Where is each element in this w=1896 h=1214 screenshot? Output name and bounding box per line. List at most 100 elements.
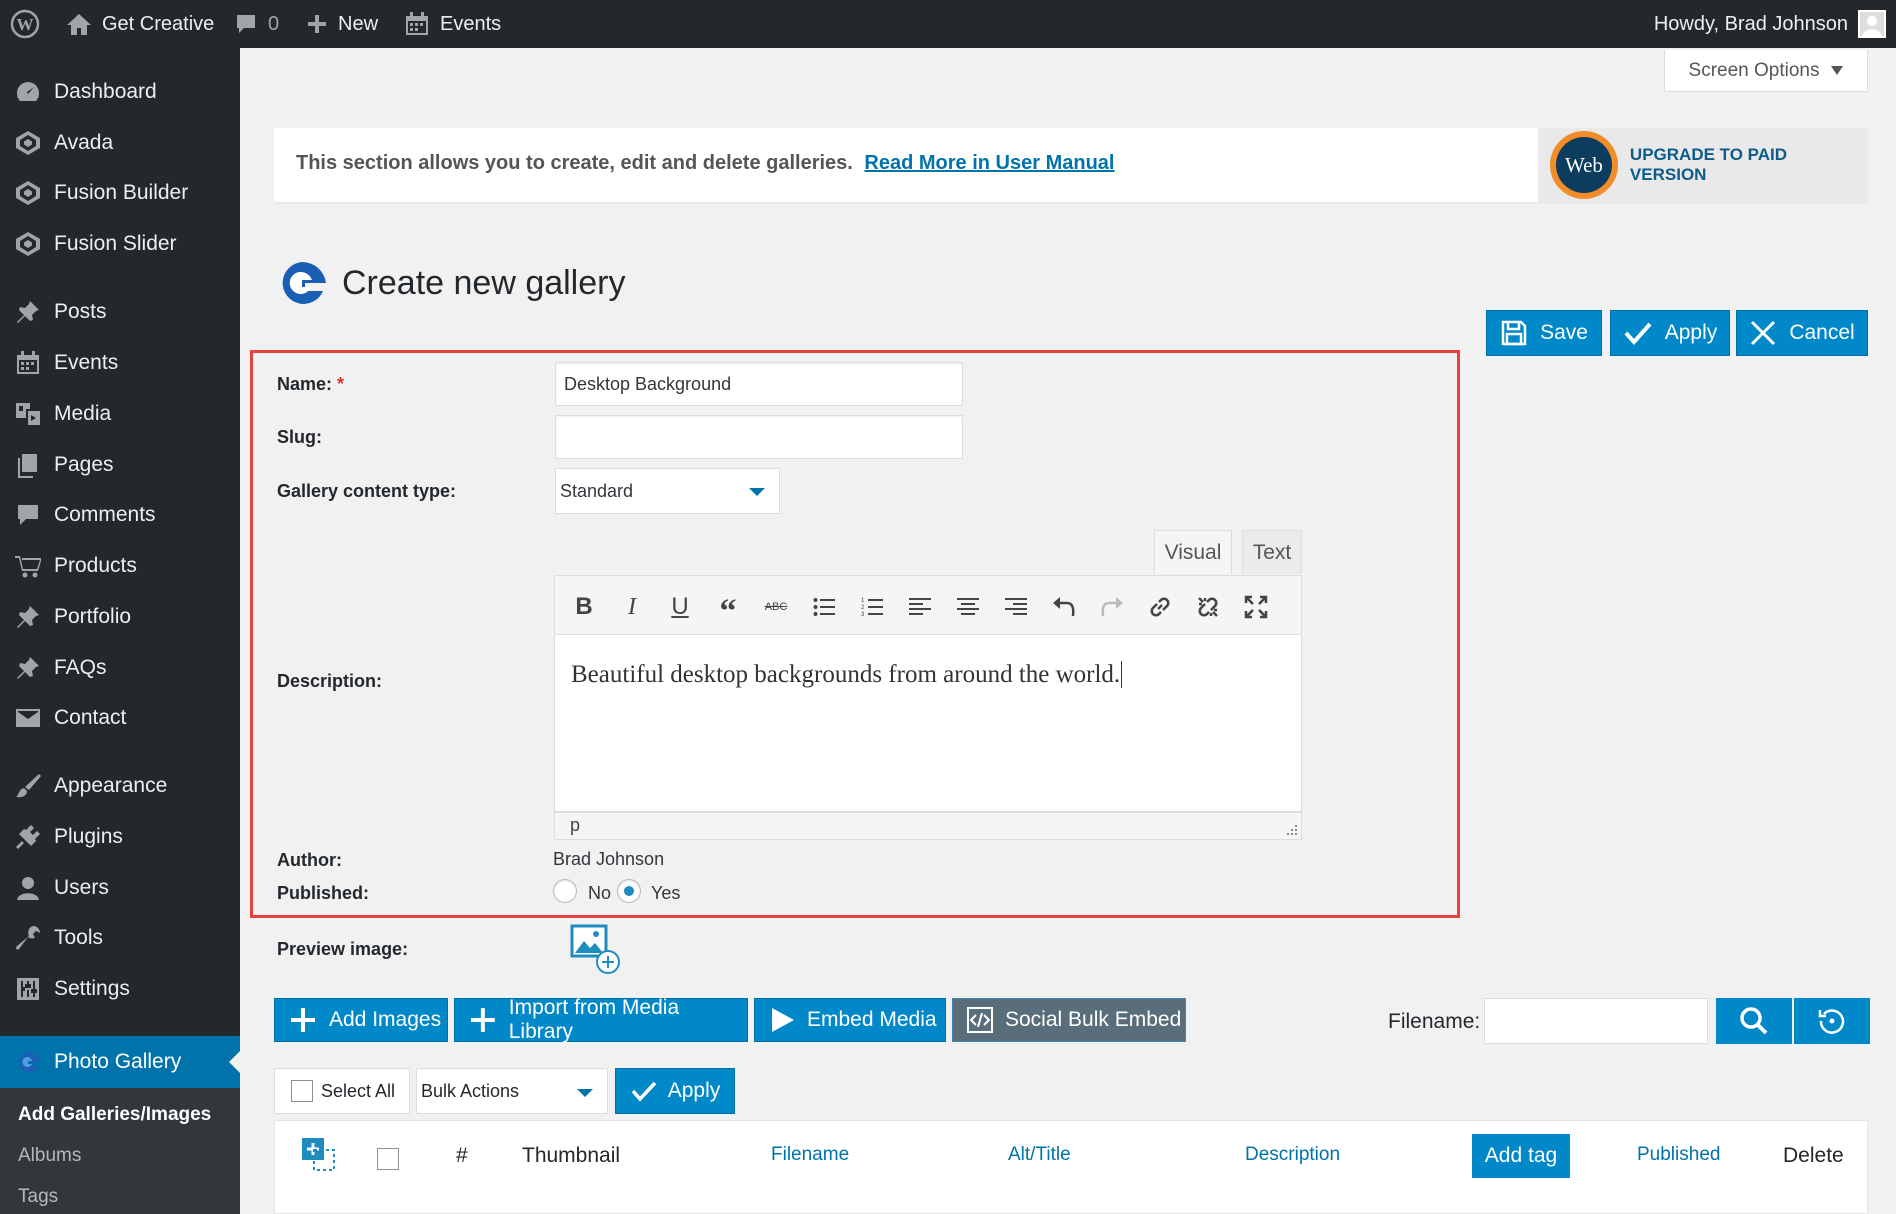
add-tag-button[interactable]: Add tag bbox=[1472, 1134, 1570, 1178]
sidebar-item-dashboard[interactable]: Dashboard bbox=[0, 68, 240, 116]
user-manual-link[interactable]: Read More in User Manual bbox=[864, 152, 1114, 174]
sidebar-item-users[interactable]: Users bbox=[0, 864, 240, 912]
upgrade-label: UPGRADE TO PAID VERSION bbox=[1629, 145, 1788, 184]
wordpress-logo-icon[interactable]: W bbox=[10, 0, 40, 48]
social-bulk-embed-label: Social Bulk Embed bbox=[1005, 1008, 1182, 1031]
add-preview-image-button[interactable] bbox=[570, 924, 622, 976]
submenu-item-add-galleries[interactable]: Add Galleries/Images bbox=[18, 1104, 211, 1126]
column-published[interactable]: Published bbox=[1637, 1144, 1720, 1166]
unlink-icon[interactable] bbox=[1191, 590, 1225, 624]
sidebar-item-label: Users bbox=[54, 876, 109, 899]
avatar bbox=[1858, 10, 1886, 38]
plus-icon bbox=[308, 15, 326, 33]
column-alt-title[interactable]: Alt/Title bbox=[1008, 1144, 1071, 1166]
underline-icon[interactable]: U bbox=[663, 590, 697, 624]
sidebar-item-photo-gallery[interactable]: Photo Gallery bbox=[0, 1036, 240, 1088]
embed-media-label: Embed Media bbox=[807, 1008, 937, 1031]
events-link[interactable]: Events bbox=[404, 0, 501, 48]
align-left-icon[interactable] bbox=[903, 590, 937, 624]
code-embed-icon bbox=[967, 1007, 993, 1033]
social-bulk-embed-button[interactable]: Social Bulk Embed bbox=[952, 998, 1186, 1042]
cancel-button[interactable]: Cancel bbox=[1736, 310, 1868, 356]
sidebar-item-avada[interactable]: Avada bbox=[0, 119, 240, 167]
column-description[interactable]: Description bbox=[1245, 1144, 1340, 1166]
column-filename[interactable]: Filename bbox=[771, 1144, 849, 1166]
site-name-link[interactable]: Get Creative bbox=[66, 0, 214, 48]
tab-visual[interactable]: Visual bbox=[1154, 530, 1232, 574]
account-menu[interactable]: Howdy, Brad Johnson bbox=[1654, 0, 1886, 48]
comment-icon bbox=[237, 15, 255, 33]
select-all-rows-checkbox[interactable] bbox=[377, 1148, 399, 1170]
description-editor[interactable]: Beautiful desktop backgrounds from aroun… bbox=[554, 635, 1302, 812]
published-yes-label: Yes bbox=[651, 883, 681, 903]
link-icon[interactable] bbox=[1143, 590, 1177, 624]
strikethrough-icon[interactable]: ABC bbox=[759, 590, 793, 624]
sidebar-item-fusion-slider[interactable]: Fusion Slider bbox=[0, 220, 240, 268]
fullscreen-icon[interactable] bbox=[1239, 590, 1273, 624]
embed-media-button[interactable]: Embed Media bbox=[754, 998, 946, 1042]
sidebar-item-appearance[interactable]: Appearance bbox=[0, 762, 240, 810]
filename-search-input[interactable] bbox=[1484, 998, 1708, 1044]
content-type-select[interactable]: Standard bbox=[555, 468, 780, 514]
sidebar-item-faqs[interactable]: FAQs bbox=[0, 644, 240, 692]
published-yes-radio[interactable] bbox=[617, 879, 641, 903]
sidebar-item-pages[interactable]: Pages bbox=[0, 441, 240, 489]
content-type-label: Gallery content type: bbox=[277, 481, 457, 501]
sidebar-item-label: Fusion Builder bbox=[54, 181, 189, 204]
pages-icon bbox=[14, 451, 42, 479]
comments-link[interactable]: 0 bbox=[234, 0, 279, 48]
pin-icon bbox=[14, 654, 42, 682]
import-media-library-button[interactable]: Import from Media Library bbox=[454, 996, 748, 1043]
sidebar-item-events[interactable]: Events bbox=[0, 339, 240, 387]
select-all-label: Select All bbox=[321, 1080, 396, 1101]
sidebar-item-portfolio[interactable]: Portfolio bbox=[0, 593, 240, 641]
search-button[interactable] bbox=[1716, 998, 1792, 1044]
resize-handle-icon[interactable] bbox=[1285, 823, 1297, 835]
submenu-item-albums[interactable]: Albums bbox=[18, 1145, 81, 1167]
new-content-link[interactable]: New bbox=[306, 0, 378, 48]
sidebar-item-products[interactable]: Products bbox=[0, 542, 240, 590]
cancel-label: Cancel bbox=[1789, 321, 1855, 344]
select-all-control[interactable]: Select All bbox=[274, 1068, 410, 1114]
submenu-item-tags[interactable]: Tags bbox=[18, 1186, 58, 1208]
sidebar-item-posts[interactable]: Posts bbox=[0, 288, 240, 336]
slug-input[interactable] bbox=[555, 415, 963, 459]
sidebar-item-contact[interactable]: Contact bbox=[0, 694, 240, 742]
numbered-list-icon[interactable]: 123 bbox=[855, 590, 889, 624]
name-input[interactable] bbox=[555, 362, 963, 406]
home-icon bbox=[67, 14, 91, 35]
save-button[interactable]: Save bbox=[1486, 310, 1602, 356]
bold-icon[interactable]: B bbox=[567, 590, 601, 624]
undo-icon[interactable] bbox=[1047, 590, 1081, 624]
bulk-apply-button[interactable]: Apply bbox=[615, 1068, 735, 1114]
italic-icon[interactable]: I bbox=[615, 590, 649, 624]
bulk-actions-select[interactable]: Bulk Actions bbox=[416, 1068, 608, 1114]
tab-text[interactable]: Text bbox=[1242, 530, 1302, 574]
select-all-checkbox[interactable] bbox=[291, 1080, 313, 1102]
redo-icon[interactable] bbox=[1095, 590, 1129, 624]
cart-icon bbox=[14, 552, 42, 580]
import-media-label: Import from Media Library bbox=[508, 996, 680, 1043]
bullet-list-icon[interactable] bbox=[807, 590, 841, 624]
sidebar-item-fusion-builder[interactable]: Fusion Builder bbox=[0, 169, 240, 217]
align-right-icon[interactable] bbox=[999, 590, 1033, 624]
author-value: Brad Johnson bbox=[553, 849, 665, 869]
blockquote-icon[interactable]: “ bbox=[711, 590, 745, 630]
sidebar-item-plugins[interactable]: Plugins bbox=[0, 813, 240, 861]
screen-options-button[interactable]: Screen Options bbox=[1664, 50, 1868, 92]
reset-button[interactable] bbox=[1794, 998, 1870, 1044]
published-no-radio[interactable] bbox=[553, 879, 577, 903]
play-icon bbox=[772, 1008, 794, 1032]
add-images-button[interactable]: Add Images bbox=[274, 998, 448, 1042]
sidebar-item-settings[interactable]: Settings bbox=[0, 965, 240, 1013]
apply-button[interactable]: Apply bbox=[1610, 310, 1730, 356]
sidebar-item-media[interactable]: Media bbox=[0, 390, 240, 438]
upgrade-banner[interactable]: Web UPGRADE TO PAID VERSION bbox=[1538, 128, 1868, 202]
drag-reorder-icon[interactable] bbox=[300, 1136, 338, 1174]
text-cursor bbox=[1121, 661, 1123, 688]
sidebar-item-comments[interactable]: Comments bbox=[0, 491, 240, 539]
description-text: Beautiful desktop backgrounds from aroun… bbox=[571, 661, 1121, 688]
align-center-icon[interactable] bbox=[951, 590, 985, 624]
sidebar-item-tools[interactable]: Tools bbox=[0, 914, 240, 962]
sidebar-item-label: Portfolio bbox=[54, 605, 132, 628]
